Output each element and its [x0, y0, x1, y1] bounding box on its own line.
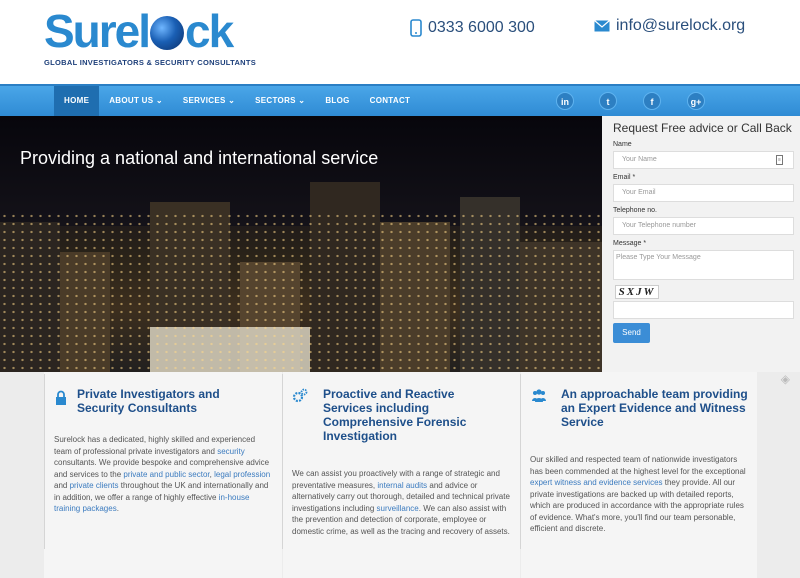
envelope-icon [594, 20, 610, 32]
inline-link[interactable]: private clients [70, 481, 119, 490]
nav-services[interactable]: SERVICES ⌄ [173, 86, 245, 116]
facebook-icon[interactable]: f [643, 92, 661, 110]
phone-number: 0333 6000 300 [428, 19, 535, 36]
phone-label: Telephone no. [613, 207, 657, 214]
send-button[interactable]: Send [613, 323, 650, 343]
contact-card-icon: ≡ [776, 155, 783, 165]
inline-link[interactable]: private and public sector [123, 470, 209, 479]
header-phone[interactable]: 0333 6000 300 [410, 19, 535, 37]
inline-link[interactable]: internal audits [377, 481, 427, 490]
feature-title: Private Investigators and Security Consu… [77, 387, 220, 415]
logo-tagline: GLOBAL INVESTIGATORS & SECURITY CONSULTA… [44, 58, 257, 67]
email-input[interactable]: Your Email [613, 184, 794, 202]
features-section: Private Investigators and Security Consu… [0, 372, 800, 578]
feature-title: Proactive and Reactive Services includin… [323, 387, 467, 443]
linkedin-icon[interactable]: in [556, 92, 574, 110]
phone-input[interactable]: Your Telephone number [613, 217, 794, 235]
side-tab-arrow-icon[interactable]: ◈ [781, 372, 790, 386]
site-header: Surel ck GLOBAL INVESTIGATORS & SECURITY … [0, 0, 800, 84]
feature-column-2: Proactive and Reactive Services includin… [283, 372, 520, 578]
message-textarea[interactable]: Please Type Your Message [613, 250, 794, 280]
captcha-input[interactable] [613, 301, 794, 319]
inline-link[interactable]: expert witness and evidence services [530, 478, 663, 487]
feature-text: Surelock has a dedicated, highly skilled… [54, 435, 271, 514]
nav-about-us[interactable]: ABOUT US ⌄ [99, 86, 173, 116]
inline-link[interactable]: in-house training packages [54, 493, 249, 514]
inline-link[interactable]: legal profession [214, 470, 270, 479]
main-nav: HOME ABOUT US ⌄ SERVICES ⌄ SECTORS ⌄ BLO… [0, 84, 800, 116]
twitter-icon[interactable]: t [599, 92, 617, 110]
google-plus-icon[interactable]: g+ [687, 92, 705, 110]
logo-wordmark: Surel ck [44, 5, 234, 57]
lock-icon [56, 390, 66, 405]
email-address: info@surelock.org [616, 17, 746, 34]
captcha-image: SXJW [615, 285, 659, 299]
inline-link[interactable]: surveillance [377, 504, 419, 513]
message-label: Message * [613, 240, 647, 247]
feature-column-3: An approachable team providing an Expert… [521, 372, 757, 578]
hero-banner: Providing a national and international s… [0, 116, 602, 372]
globe-icon [150, 16, 185, 50]
nav-sectors[interactable]: SECTORS ⌄ [245, 86, 315, 116]
hero-title: Providing a national and international s… [20, 148, 379, 168]
team-icon [532, 389, 546, 402]
callback-form: Request Free advice or Call Back Name Yo… [602, 116, 800, 372]
header-email[interactable]: info@surelock.org [594, 17, 745, 35]
form-title: Request Free advice or Call Back [613, 121, 792, 135]
nav-contact[interactable]: CONTACT [360, 86, 421, 116]
feature-column-1: Private Investigators and Security Consu… [44, 372, 282, 578]
inline-link[interactable]: security [217, 447, 245, 456]
name-label: Name [613, 141, 632, 148]
nav-home[interactable]: HOME [54, 86, 100, 116]
feature-text: We can assist you proactively with a ran… [292, 469, 510, 536]
gears-icon [292, 388, 308, 403]
name-input[interactable]: Your Name ≡ [613, 151, 794, 169]
feature-text: Our skilled and respected team of nation… [530, 455, 746, 533]
phone-icon [410, 19, 422, 37]
site-logo[interactable]: Surel ck GLOBAL INVESTIGATORS & SECURITY … [44, 6, 256, 67]
feature-title: An approachable team providing an Expert… [561, 387, 748, 429]
nav-blog[interactable]: BLOG [315, 86, 359, 116]
email-label: Email * [613, 174, 636, 181]
